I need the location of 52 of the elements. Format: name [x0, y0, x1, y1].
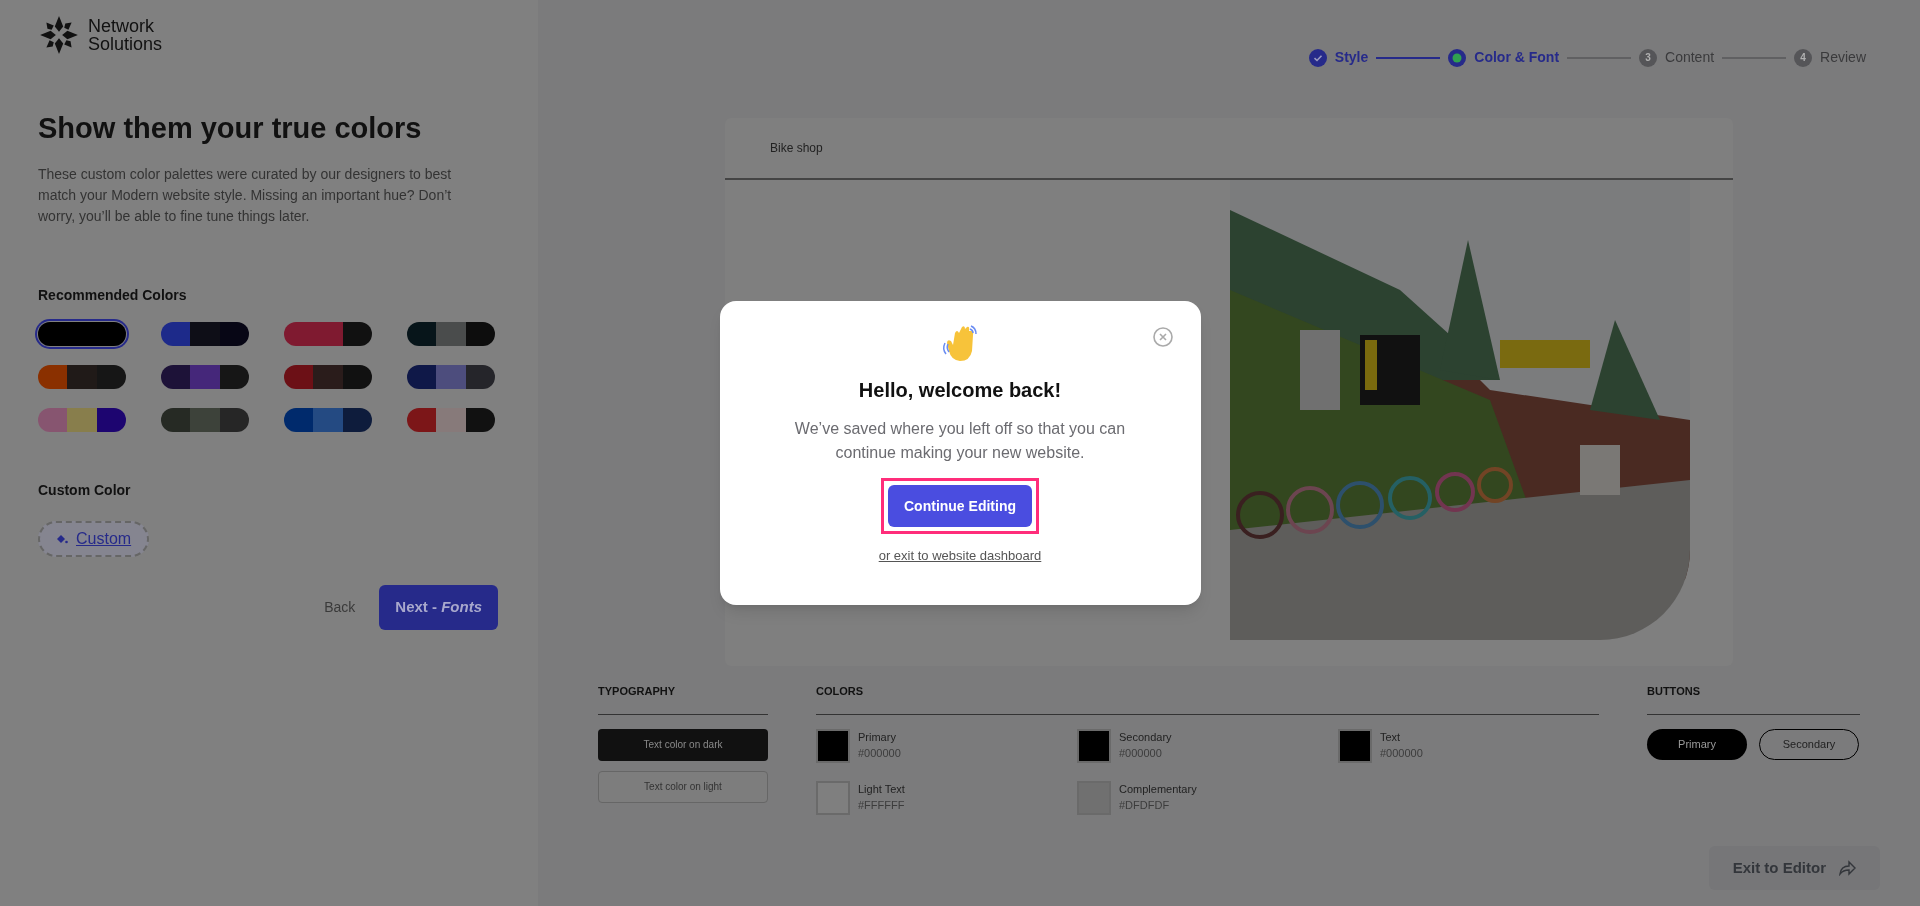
- column-heading: BUTTONS: [1647, 683, 1860, 715]
- color-palette[interactable]: [284, 408, 372, 432]
- step-label[interactable]: Content: [1665, 47, 1715, 68]
- back-button[interactable]: Back: [324, 597, 356, 618]
- dialog-title: Hello, welcome back!: [858, 378, 1062, 403]
- swatch-name: Light Text: [858, 781, 905, 797]
- button-sample: Primary: [1647, 728, 1747, 760]
- exit-dashboard-link[interactable]: or exit to website dashboard: [878, 546, 1042, 566]
- step-number: 3: [1639, 48, 1658, 67]
- typography-sample: Text color on light: [598, 770, 768, 803]
- color-palette[interactable]: [407, 365, 495, 389]
- swatch-hex: #000000: [1119, 746, 1163, 761]
- section-heading: Recommended Colors: [38, 286, 188, 305]
- color-palette[interactable]: [407, 322, 495, 346]
- color-palette[interactable]: [38, 408, 126, 432]
- swatch-name: Primary: [858, 729, 897, 745]
- swatch-name: Complementary: [1119, 781, 1197, 797]
- swatch-hex: #DFDFDF: [1119, 798, 1171, 813]
- color-palette[interactable]: [38, 322, 126, 346]
- color-palette[interactable]: [407, 408, 495, 432]
- exit-to-editor-button[interactable]: Exit to Editor: [1708, 846, 1880, 890]
- continue-editing-button[interactable]: Continue Editing: [888, 485, 1032, 527]
- column-heading: TYPOGRAPHY: [598, 683, 768, 715]
- logo-icon: [38, 14, 80, 56]
- brand-name: Network Solutions: [88, 17, 164, 53]
- color-palette[interactable]: [284, 322, 372, 346]
- swatch-name: Text: [1380, 729, 1402, 745]
- step-label[interactable]: Style: [1334, 47, 1369, 68]
- dialog-message: We’ve saved where you left off so that you can continue making your new website.: [793, 419, 1127, 463]
- section-heading: Custom Color: [38, 481, 132, 500]
- site-name: Bike shop: [770, 140, 823, 157]
- page-title: Show them your true colors: [38, 111, 423, 146]
- next-button[interactable]: Next - Fonts: [379, 585, 498, 630]
- swatch-name: Secondary: [1119, 729, 1172, 745]
- color-palette[interactable]: [284, 365, 372, 389]
- waving-hand-icon: [941, 323, 979, 363]
- paint-bucket-icon: [56, 533, 68, 545]
- swatch-hex: #FFFFFF: [858, 798, 905, 813]
- custom-color-button[interactable]: Custom: [38, 521, 150, 557]
- step-label[interactable]: Color & Font: [1474, 47, 1560, 68]
- color-palette[interactable]: [38, 365, 126, 389]
- share-arrow-icon: [1838, 860, 1856, 876]
- color-palette[interactable]: [161, 408, 249, 432]
- swatch-hex: #000000: [858, 746, 901, 761]
- typography-sample: Text color on dark: [598, 728, 768, 761]
- step-label[interactable]: Review: [1820, 47, 1866, 68]
- color-palette[interactable]: [161, 365, 249, 389]
- color-palette[interactable]: [161, 322, 249, 346]
- description: These custom color palettes were curated by our designers to best match your Modern website style. Missing an important hue? Don’t worry, you’ll be able to fine tune things later.: [38, 165, 453, 226]
- step-number: 4: [1794, 48, 1813, 67]
- swatch-hex: #000000: [1380, 746, 1423, 761]
- column-heading: COLORS: [816, 683, 1599, 715]
